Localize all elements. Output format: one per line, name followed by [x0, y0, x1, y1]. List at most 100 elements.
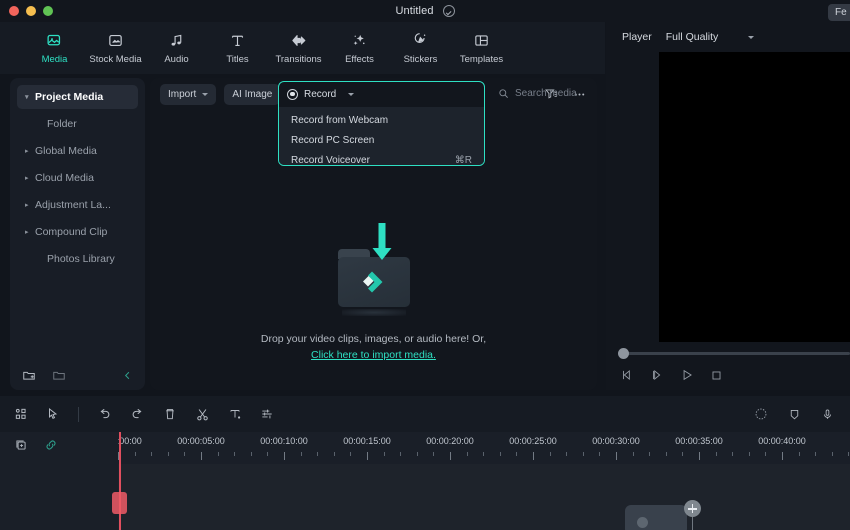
ai-image-button[interactable]: AI Image [224, 83, 281, 105]
tab-titles[interactable]: Titles [207, 31, 268, 65]
trash-icon[interactable] [163, 407, 177, 421]
record-button[interactable]: Record [279, 82, 484, 106]
ruler-tick [715, 452, 717, 456]
media-image-icon [46, 31, 63, 50]
folder-icon[interactable] [52, 368, 66, 382]
plus-circle-icon[interactable] [684, 500, 701, 517]
scissors-icon[interactable] [195, 407, 210, 422]
ruler-tick [599, 452, 601, 456]
sidebar-item-label: Photos Library [47, 253, 115, 265]
player-seekbar[interactable] [618, 348, 850, 359]
quality-label: Full Quality [665, 31, 719, 43]
tab-label: Audio [164, 54, 189, 65]
new-folder-icon[interactable] [22, 368, 36, 382]
ruler-tick [134, 452, 136, 456]
sidebar-item-compound-clip[interactable]: ▸ Compound Clip [17, 220, 138, 244]
feedback-button[interactable]: Fe [828, 4, 850, 21]
search-input[interactable]: Search media [490, 83, 590, 104]
ai-image-label: AI Image [232, 88, 273, 100]
quality-selector[interactable]: Full Quality [666, 31, 755, 43]
check-circle-icon[interactable] [442, 5, 455, 17]
collapse-chevron-left-icon[interactable] [122, 370, 133, 381]
undo-icon[interactable] [97, 407, 112, 422]
ruler-tick-label: 00:00:20:00 [426, 436, 474, 446]
menu-item-record-voiceover[interactable]: Record Voiceover ⌘R [279, 150, 484, 170]
sidebar-footer [10, 360, 145, 390]
close-window-button[interactable] [9, 6, 19, 16]
menu-item-record-pc-screen[interactable]: Record PC Screen [279, 130, 484, 150]
stop-button[interactable] [710, 369, 723, 382]
player-controls [606, 342, 850, 390]
transitions-arrows-icon [290, 31, 307, 50]
tab-audio[interactable]: Audio [146, 31, 207, 65]
next-frame-button[interactable] [650, 368, 664, 382]
chevron-right-icon: ▸ [25, 148, 29, 155]
ruler-tick [483, 452, 485, 456]
ruler-tick [516, 452, 518, 456]
ruler-tick [682, 452, 684, 456]
ruler-tick [367, 452, 368, 460]
menu-item-label: Record PC Screen [291, 134, 375, 146]
ruler-tick [732, 452, 734, 456]
tab-label: Media [41, 54, 68, 65]
ruler-tick [632, 452, 634, 456]
add-track-icon[interactable] [14, 438, 28, 452]
menu-item-record-from-webcam[interactable]: Record from Webcam [279, 110, 484, 130]
maximize-window-button[interactable] [43, 6, 53, 16]
cursor-arrow-icon[interactable] [46, 407, 60, 421]
minimize-window-button[interactable] [26, 6, 36, 16]
render-preview-icon[interactable] [754, 407, 768, 421]
timeline-tracks[interactable] [0, 464, 850, 530]
timeline-playhead[interactable] [112, 432, 127, 530]
title-bar: Untitled Fe [0, 0, 850, 22]
tab-effects[interactable]: Effects [329, 31, 390, 65]
search-icon [498, 88, 509, 99]
sidebar-item-label: Adjustment La... [35, 199, 111, 211]
play-button[interactable] [680, 368, 694, 382]
record-radio-icon [287, 88, 298, 100]
tab-stock-media[interactable]: Stock Media [85, 31, 146, 65]
music-note-icon [168, 31, 185, 50]
tab-stickers[interactable]: Stickers [390, 31, 451, 65]
microphone-icon[interactable] [821, 408, 834, 421]
sidebar-item-photos-library[interactable]: Photos Library [17, 247, 138, 271]
sidebar-item-project-media[interactable]: ▾ Project Media [17, 85, 138, 109]
ruler-tick [582, 452, 584, 456]
ruler-tick-label: 00:00:30:00 [592, 436, 640, 446]
text-t-icon[interactable] [228, 407, 242, 421]
ruler-tick-label: 00:00:40:00 [758, 436, 806, 446]
import-label: Import [168, 88, 197, 100]
timeline-ruler[interactable]: 00:00:00:00 00:00:05:00 00:00:10:00 00:0… [0, 432, 850, 464]
sidebar-item-folder[interactable]: Folder [17, 112, 138, 136]
tab-label: Transitions [275, 54, 322, 65]
tab-label: Effects [345, 54, 374, 65]
marker-shield-icon[interactable] [788, 408, 801, 421]
playhead-grip[interactable] [112, 492, 127, 514]
sliders-icon[interactable] [260, 407, 274, 421]
sidebar-item-cloud-media[interactable]: ▸ Cloud Media [17, 166, 138, 190]
sidebar-item-global-media[interactable]: ▸ Global Media [17, 139, 138, 163]
ruler-tick [815, 452, 817, 456]
tab-transitions[interactable]: Transitions [268, 31, 329, 65]
import-button[interactable]: Import [160, 83, 217, 105]
video-preview[interactable] [659, 52, 850, 342]
sidebar-item-adjustment-layer[interactable]: ▸ Adjustment La... [17, 193, 138, 217]
previous-frame-button[interactable] [620, 368, 634, 382]
ruler-tick-label: 00:00:05:00 [177, 436, 225, 446]
timeline-toolbar [0, 396, 850, 432]
ruler-tick [765, 452, 767, 456]
seek-handle[interactable] [618, 348, 629, 359]
import-media-link[interactable]: Click here to import media. [311, 349, 436, 361]
tab-media[interactable]: Media [24, 31, 85, 65]
ruler-tick [317, 452, 319, 456]
link-icon[interactable] [44, 438, 58, 452]
tab-templates[interactable]: Templates [451, 31, 512, 65]
player-header: Player Full Quality [606, 22, 850, 52]
grid-icon[interactable] [14, 407, 28, 421]
toolbar-divider [78, 406, 79, 422]
redo-icon[interactable] [130, 407, 145, 422]
ruler-tick-label: 00:00:25:00 [509, 436, 557, 446]
ruler-tick [433, 452, 435, 456]
timeline-clip-placeholder[interactable] [625, 505, 687, 530]
ruler-scale: 00:00:00:00 00:00:05:00 00:00:10:00 00:0… [118, 432, 850, 464]
